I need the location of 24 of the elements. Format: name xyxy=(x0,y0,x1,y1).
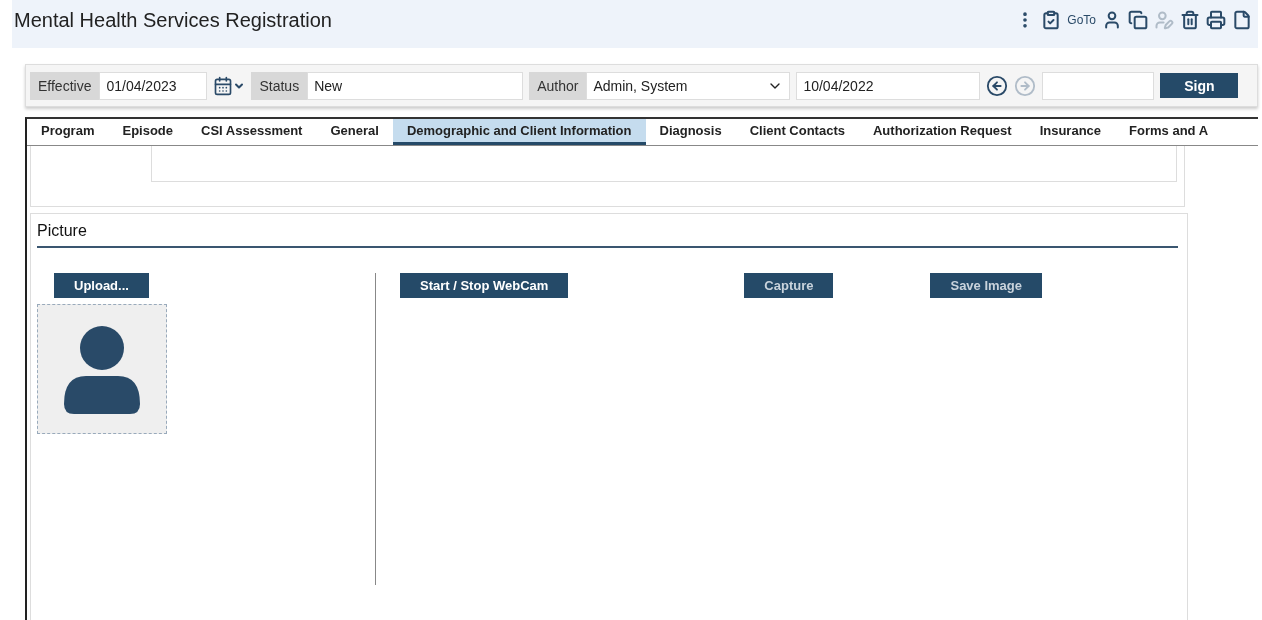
date-input[interactable]: 01/04/2023 xyxy=(99,71,208,100)
print-icon[interactable] xyxy=(1206,10,1226,30)
sign-button[interactable]: Sign xyxy=(1160,73,1239,98)
trash-icon[interactable] xyxy=(1180,10,1200,30)
field-label: Author xyxy=(529,71,587,100)
field-label: Effective xyxy=(30,71,100,100)
upload-button[interactable]: Upload... xyxy=(54,273,149,298)
goto-button[interactable]: GoTo xyxy=(1067,13,1096,27)
clipboard-check-icon[interactable] xyxy=(1041,10,1062,30)
text-input[interactable] xyxy=(1042,71,1155,100)
document-icon[interactable] xyxy=(1232,10,1252,30)
date-input[interactable]: 10/04/2022 xyxy=(796,71,981,100)
tab[interactable]: Demographic and Client Information xyxy=(392,119,646,145)
author-select[interactable]: Admin, System xyxy=(586,71,791,100)
status-input[interactable]: New xyxy=(307,71,524,100)
page-title: Mental Health Services Registration xyxy=(14,8,332,32)
calendar-icon[interactable] xyxy=(213,75,246,96)
copy-icon[interactable] xyxy=(1128,10,1148,30)
user-silhouette-icon xyxy=(62,324,142,414)
camera-action-button[interactable]: Start / Stop WebCam xyxy=(400,273,569,298)
arrow-left-icon[interactable] xyxy=(986,74,1009,97)
section-title: Picture xyxy=(37,214,1178,248)
field-label: Status xyxy=(251,71,308,100)
user-icon[interactable] xyxy=(1102,10,1122,30)
